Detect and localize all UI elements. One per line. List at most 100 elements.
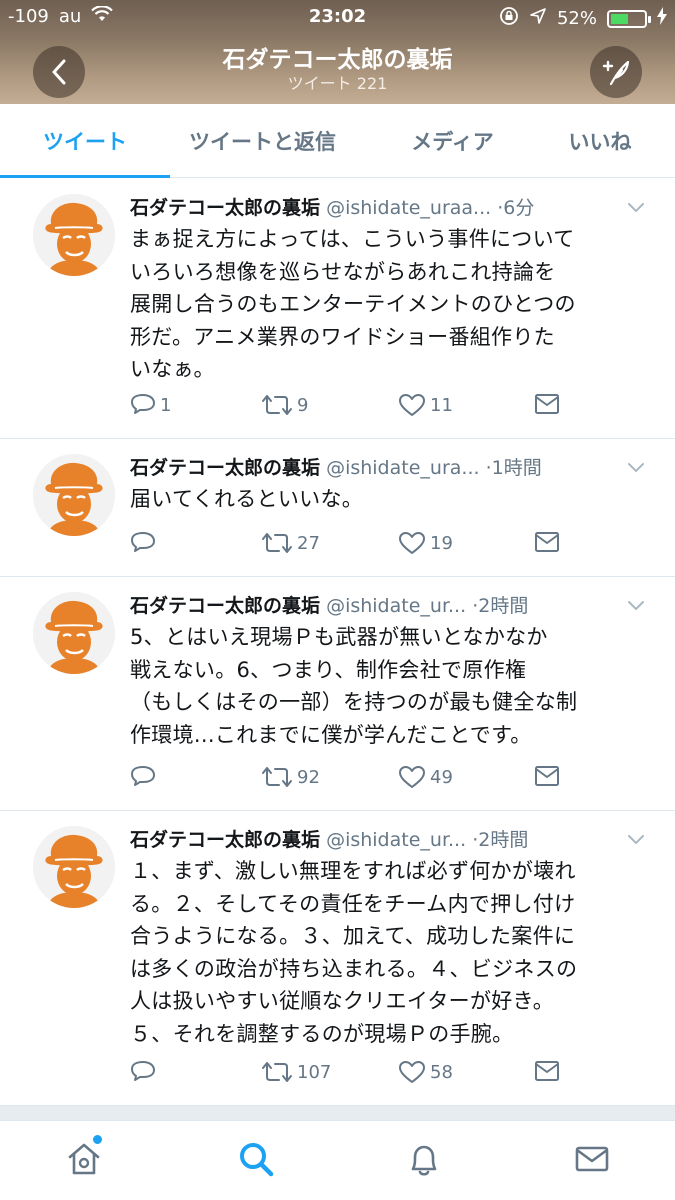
- retweet-button[interactable]: 9: [261, 393, 308, 417]
- tweet-menu-button[interactable]: [627, 457, 645, 479]
- reply-icon: [131, 532, 155, 552]
- tweet-text-line: 合うようになる。３、加えて、成功した案件に: [130, 924, 576, 948]
- active-tab-indicator: [0, 175, 170, 178]
- avatar[interactable]: [33, 454, 115, 536]
- compose-tweet-button[interactable]: [590, 46, 642, 98]
- tweet-text-line: る。２、そしてその責任をチーム内で押し付け: [130, 891, 576, 916]
- messages-tab[interactable]: [572, 1139, 612, 1179]
- charging-icon: [657, 7, 667, 30]
- tab-media[interactable]: メディア: [360, 104, 545, 178]
- retweet-count: 27: [297, 532, 320, 554]
- search-tab[interactable]: [236, 1139, 276, 1179]
- rotation-lock-icon: [499, 6, 519, 31]
- tweet-actions: 92 49: [130, 765, 650, 795]
- tweet-header: 石ダテコー太郎の裏垢 @ishidate_ura... ·1時間: [130, 453, 645, 483]
- display-name[interactable]: 石ダテコー太郎の裏垢: [130, 829, 320, 851]
- avatar[interactable]: [33, 826, 115, 908]
- retweet-icon: [262, 533, 292, 553]
- like-button[interactable]: 58: [398, 1060, 453, 1084]
- like-button[interactable]: 11: [398, 393, 453, 417]
- tweet-text-line: いろいろ想像を巡らせながらあれこれ持論を: [130, 259, 556, 284]
- direct-message-button[interactable]: [534, 531, 560, 553]
- list-end-divider: [0, 1106, 675, 1120]
- tweet[interactable]: 石ダテコー太郎の裏垢 @ishidate_ur... ·2時間 5、とはいえ現場…: [0, 577, 675, 811]
- tweet-text-line: 届いてくれるといいな。: [130, 487, 364, 511]
- heart-icon: [399, 394, 425, 416]
- tweet[interactable]: 石ダテコー太郎の裏垢 @ishidate_ur... ·2時間 １、まず、激しい…: [0, 811, 675, 1106]
- heart-icon: [399, 766, 425, 788]
- reply-icon: [131, 766, 155, 786]
- reply-button[interactable]: [130, 531, 160, 555]
- tweet-text-line: １、まず、激しい無理をすれば必ず何かが壊れ: [130, 859, 576, 883]
- reply-count: 1: [160, 394, 172, 416]
- tweet-timestamp[interactable]: ·1時間: [486, 457, 542, 479]
- avatar[interactable]: [33, 592, 115, 674]
- display-name[interactable]: 石ダテコー太郎の裏垢: [130, 197, 320, 219]
- user-handle[interactable]: @ishidate_uraa...: [326, 197, 491, 219]
- avatar[interactable]: [33, 194, 115, 276]
- tweet-count: ツイート 221: [287, 74, 388, 93]
- chevron-down-icon: [628, 601, 644, 611]
- direct-message-button[interactable]: [534, 1060, 560, 1082]
- tab-tweets[interactable]: ツイート: [0, 104, 170, 178]
- tweet-text-line: まぁ捉え方によっては、こういう事件について: [130, 227, 575, 251]
- tweet-actions: 27 19: [130, 531, 650, 561]
- status-bar: -109 au 23:02 52%: [0, 0, 675, 36]
- profile-header: -109 au 23:02 52% 石ダテコー太郎の裏垢 ツイート 221: [0, 0, 675, 104]
- tweet[interactable]: 石ダテコー太郎の裏垢 @ishidate_ura... ·1時間 届いてくれると…: [0, 439, 675, 577]
- direct-message-button[interactable]: [534, 393, 560, 415]
- chevron-down-icon: [628, 835, 644, 845]
- tweet-header: 石ダテコー太郎の裏垢 @ishidate_uraa... ·6分: [130, 193, 645, 223]
- tweet-text: 届いてくれるといいな。: [130, 483, 655, 516]
- tweet[interactable]: 石ダテコー太郎の裏垢 @ishidate_uraa... ·6分 まぁ捉え方によ…: [0, 179, 675, 439]
- retweet-icon: [262, 767, 292, 787]
- direct-message-button[interactable]: [534, 765, 560, 787]
- battery-level: [611, 13, 628, 24]
- tweet-text-line: 作環境...これまでに僕が学んだことです。: [130, 722, 532, 747]
- user-handle[interactable]: @ishidate_ura...: [326, 457, 479, 479]
- reply-icon: [131, 394, 155, 414]
- tweet-menu-button[interactable]: [627, 595, 645, 617]
- tweet-timestamp[interactable]: ·2時間: [472, 595, 528, 617]
- tweet-timestamp[interactable]: ·6分: [497, 197, 534, 219]
- tweet-text-line: いなぁ。: [130, 357, 215, 381]
- user-handle[interactable]: @ishidate_ur...: [326, 595, 466, 617]
- home-tab[interactable]: [64, 1135, 104, 1179]
- battery-icon: [607, 9, 651, 28]
- like-button[interactable]: 49: [398, 765, 453, 789]
- tab-likes[interactable]: いいね: [530, 104, 670, 178]
- retweet-button[interactable]: 27: [261, 531, 320, 555]
- tweet-text-line: （もしくはその一部）を持つのが最も健全な制: [130, 690, 578, 714]
- notifications-tab[interactable]: [404, 1139, 444, 1179]
- tweet-menu-button[interactable]: [627, 829, 645, 851]
- tweet-text-line: 戦えない。6、つまり、制作会社で原作権: [130, 657, 527, 682]
- user-handle[interactable]: @ishidate_ur...: [326, 829, 466, 851]
- bell-icon: [411, 1145, 437, 1176]
- tweet-text-line: ５、それを調整するのが現場Ｐの手腕。: [130, 1021, 514, 1046]
- retweet-button[interactable]: 92: [261, 765, 320, 789]
- display-name[interactable]: 石ダテコー太郎の裏垢: [130, 595, 320, 617]
- bottom-tab-bar: [0, 1120, 675, 1200]
- tweet-text: 5、とはいえ現場Ｐも武器が無いとなかなか 戦えない。6、つまり、制作会社で原作権 （…: [130, 621, 655, 751]
- tweet-text-line: 5、とはいえ現場Ｐも武器が無いとなかなか: [130, 625, 548, 649]
- reply-button[interactable]: [130, 765, 160, 789]
- display-name[interactable]: 石ダテコー太郎の裏垢: [130, 457, 320, 479]
- retweet-button[interactable]: 107: [261, 1060, 331, 1084]
- tweet-menu-button[interactable]: [627, 197, 645, 219]
- like-count: 49: [430, 766, 453, 788]
- retweet-count: 107: [297, 1061, 332, 1083]
- new-content-dot: [93, 1135, 102, 1144]
- reply-button[interactable]: [130, 1060, 160, 1084]
- chevron-down-icon: [628, 463, 644, 473]
- retweet-icon: [262, 1062, 292, 1082]
- tab-tweets-and-replies[interactable]: ツイートと返信: [170, 104, 355, 178]
- reply-button[interactable]: 1: [130, 393, 171, 417]
- chevron-down-icon: [628, 203, 644, 213]
- tweet-timestamp[interactable]: ·2時間: [472, 829, 528, 851]
- like-count: 19: [430, 532, 453, 554]
- tweet-text-line: 形だ。アニメ業界のワイドショー番組作りた: [130, 324, 555, 349]
- battery-percent: 52%: [556, 8, 597, 29]
- search-icon: [240, 1143, 274, 1177]
- like-button[interactable]: 19: [398, 531, 453, 555]
- tweet-header: 石ダテコー太郎の裏垢 @ishidate_ur... ·2時間: [130, 825, 645, 855]
